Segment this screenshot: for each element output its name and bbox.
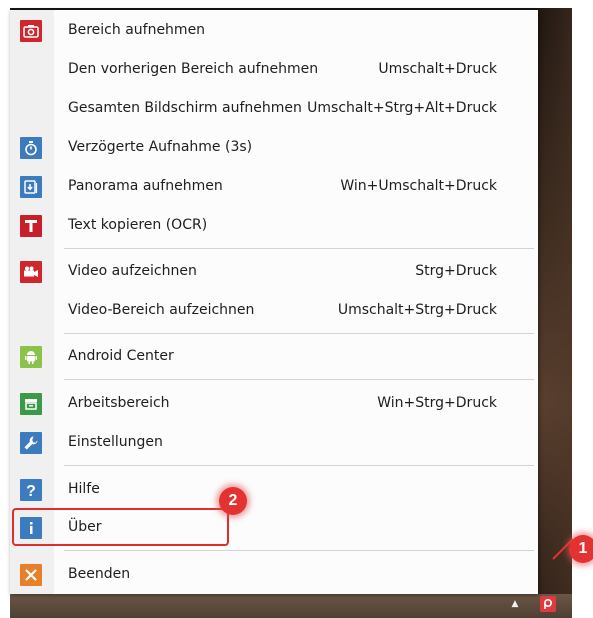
svg-text:?: ? (26, 483, 36, 498)
camera-icon (20, 20, 42, 42)
menu-item-delayed-capture[interactable]: Verzögerte Aufnahme (3s) (10, 129, 538, 165)
menu-item-settings[interactable]: Einstellungen (10, 424, 538, 460)
menu-item-capture-fullscreen[interactable]: Gesamten Bildschirm aufnehmen Umschalt+S… (10, 90, 538, 126)
callout-badge-1: 1 (569, 535, 593, 563)
menu-item-label: Gesamten Bildschirm aufnehmen (68, 100, 302, 116)
menu-item-record-video-region[interactable]: Video-Bereich aufzeichnen Umschalt+Strg+… (10, 292, 538, 328)
tray-up-arrow-icon[interactable]: ▲ (509, 599, 521, 609)
menu-item-shortcut: Win+Strg+Druck (377, 395, 497, 411)
panorama-icon (20, 176, 42, 198)
menu-item-exit[interactable]: Beenden (10, 556, 538, 592)
menu-item-label: Android Center (68, 348, 174, 364)
menu-separator (64, 465, 534, 466)
android-icon (20, 346, 42, 368)
context-menu: Bereich aufnehmen Den vorherigen Bereich… (10, 10, 538, 594)
picpick-tray-icon[interactable] (540, 596, 556, 612)
menu-item-shortcut: Umschalt+Druck (378, 61, 497, 77)
menu-item-capture-previous-region[interactable]: Den vorherigen Bereich aufnehmen Umschal… (10, 51, 538, 87)
video-camera-icon (20, 261, 42, 283)
about-highlight-box (12, 508, 229, 546)
menu-item-label: Text kopieren (OCR) (68, 217, 208, 233)
menu-item-label: Hilfe (68, 481, 100, 497)
menu-item-workspace[interactable]: Arbeitsbereich Win+Strg+Druck (10, 385, 538, 421)
menu-item-shortcut: Win+Umschalt+Druck (340, 178, 497, 194)
text-t-icon (20, 215, 42, 237)
menu-item-label: Video-Bereich aufzeichnen (68, 302, 255, 318)
menu-item-shortcut: Umschalt+Strg+Alt+Druck (307, 100, 497, 116)
workspace-icon (20, 393, 42, 415)
menu-item-label: Einstellungen (68, 434, 163, 450)
menu-separator (64, 550, 534, 551)
menu-item-label: Arbeitsbereich (68, 395, 170, 411)
menu-item-shortcut: Umschalt+Strg+Druck (337, 302, 497, 318)
help-question-icon: ? (20, 479, 42, 501)
menu-item-label: Panorama aufnehmen (68, 178, 223, 194)
stopwatch-icon (20, 137, 42, 159)
menu-item-shortcut: Strg+Druck (415, 263, 497, 279)
menu-item-panorama-capture[interactable]: Panorama aufnehmen Win+Umschalt+Druck (10, 168, 538, 204)
menu-item-label: Verzögerte Aufnahme (3s) (68, 139, 253, 155)
menu-separator (64, 333, 534, 334)
callout-badge-2: 2 (219, 487, 247, 515)
wrench-icon (20, 432, 42, 454)
menu-item-copy-text-ocr[interactable]: Text kopieren (OCR) (10, 207, 538, 243)
menu-separator (64, 379, 534, 380)
menu-item-label: Bereich aufnehmen (68, 22, 206, 38)
menu-item-label: Beenden (68, 566, 131, 582)
taskbar (10, 594, 572, 618)
menu-item-label: Video aufzeichnen (68, 263, 197, 279)
menu-item-record-video[interactable]: Video aufzeichnen Strg+Druck (10, 253, 538, 289)
menu-item-help[interactable]: ? Hilfe (10, 471, 538, 507)
menu-item-label: Den vorherigen Bereich aufnehmen (68, 61, 319, 77)
menu-item-android-center[interactable]: Android Center (10, 338, 538, 374)
menu-item-capture-region[interactable]: Bereich aufnehmen (10, 12, 538, 48)
close-x-icon (20, 564, 42, 586)
menu-separator (64, 248, 534, 249)
